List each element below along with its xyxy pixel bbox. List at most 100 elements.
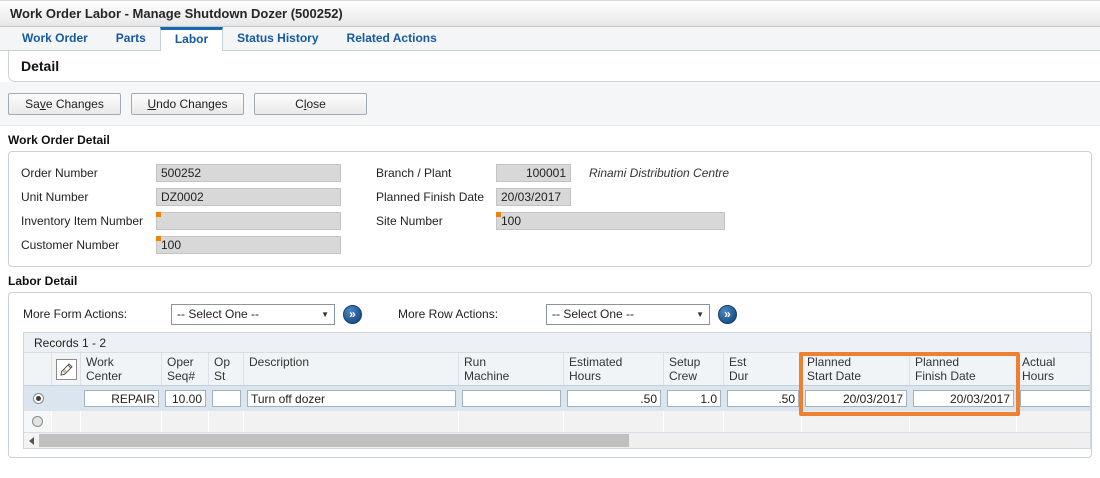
scrollbar-thumb[interactable] (39, 434, 629, 447)
form-actions-go-button[interactable]: » (343, 305, 362, 324)
column-header-label: St (214, 369, 238, 383)
column-header-label: Dur (729, 369, 796, 383)
work-center-input[interactable] (84, 390, 159, 407)
work-order-detail-left-column: Order Number 500252 Unit Number DZ0002 I… (21, 161, 356, 257)
close-button[interactable]: Close (254, 93, 367, 115)
planned-finish-date-field: 20/03/2017 (496, 188, 571, 206)
field-row: Inventory Item Number (21, 209, 356, 233)
grid-header-row: WorkCenterOperSeq#OpStDescriptionRunMach… (24, 353, 1091, 386)
description-input[interactable] (247, 390, 456, 407)
work-order-detail-panel: Order Number 500252 Unit Number DZ0002 I… (8, 151, 1092, 267)
grid-cell-actual-hours-empty (1017, 411, 1091, 432)
planned-finish-date-input[interactable] (913, 390, 1014, 407)
save-changes-button[interactable]: Save Changes (8, 93, 121, 115)
edit-pencil-icon (60, 363, 73, 376)
column-header-planned-start-date: PlannedStart Date (802, 353, 910, 385)
column-header-label: Crew (669, 369, 718, 383)
op-st-input[interactable] (212, 390, 241, 407)
column-header-label: Hours (569, 369, 658, 383)
more-form-actions-select[interactable]: -- Select One -- ▼ (171, 304, 335, 325)
order-number-label: Order Number (21, 166, 156, 180)
unit-number-field: DZ0002 (156, 188, 341, 206)
column-header-label: Planned (915, 355, 1011, 369)
undo-changes-button[interactable]: Undo Changes (131, 93, 244, 115)
column-header-label: Estimated (569, 355, 658, 369)
button-label-part: U (147, 97, 156, 111)
planned-finish-date-label: Planned Finish Date (376, 190, 496, 204)
branch-plant-field: 100001 (496, 164, 571, 182)
work-order-detail-heading: Work Order Detail (8, 133, 1092, 147)
tab-strip: Work Order Parts Labor Status History Re… (0, 27, 1100, 51)
site-number-field: 100 (496, 212, 725, 230)
grid-cell-estimated-hours-empty (564, 411, 664, 432)
table-row (24, 386, 1091, 411)
more-row-actions-selected-value: -- Select One -- (552, 307, 634, 321)
tab-parts[interactable]: Parts (102, 27, 160, 50)
row-select-radio[interactable] (32, 416, 43, 427)
branch-plant-label: Branch / Plant (376, 166, 496, 180)
field-row: Order Number 500252 (21, 161, 356, 185)
scroll-left-button[interactable] (24, 433, 39, 448)
column-header-label: Setup (669, 355, 718, 369)
tab-related-actions[interactable]: Related Actions (333, 27, 451, 50)
select-all-edit-button[interactable] (56, 359, 77, 380)
row-actions-go-button[interactable]: » (718, 305, 737, 324)
detail-header-band: Detail (8, 51, 1100, 82)
page-title: Work Order Labor - Manage Shutdown Dozer… (10, 6, 343, 21)
grid-cell-setup-crew-empty (664, 411, 724, 432)
setup-crew-input[interactable] (667, 390, 721, 407)
column-header-label: Finish Date (915, 369, 1011, 383)
grid-actions-row: More Form Actions: -- Select One -- ▼ » … (23, 302, 1089, 326)
grid-cell-planned-start-date-empty (802, 411, 910, 432)
column-header-label: Description (249, 355, 453, 369)
column-header-label: Machine (464, 369, 558, 383)
grid-cell-estimated-hours (564, 390, 664, 407)
go-icon: » (724, 308, 731, 320)
labor-detail-heading: Labor Detail (8, 274, 1092, 288)
unit-number-label: Unit Number (21, 190, 156, 204)
site-number-value: 100 (501, 214, 521, 228)
detail-heading: Detail (21, 58, 59, 74)
column-header-row-select (24, 353, 52, 385)
customer-number-value: 100 (161, 238, 181, 252)
site-number-label: Site Number (376, 214, 496, 228)
actual-hours-input[interactable] (1020, 390, 1091, 407)
tab-status-history[interactable]: Status History (223, 27, 332, 50)
planned-finish-date-value: 20/03/2017 (501, 190, 561, 204)
labor-detail-panel: More Form Actions: -- Select One -- ▼ » … (8, 292, 1092, 458)
estimated-hours-input[interactable] (567, 390, 661, 407)
field-row: Planned Finish Date 20/03/2017 (376, 185, 729, 209)
button-label-part: e Changes (46, 97, 104, 111)
column-header-label: Op (214, 355, 238, 369)
tab-work-order[interactable]: Work Order (8, 27, 102, 50)
customer-number-label: Customer Number (21, 238, 156, 252)
horizontal-scrollbar[interactable] (24, 433, 1090, 448)
column-header-edit-pencil[interactable] (52, 353, 81, 385)
field-row: Customer Number 100 (21, 233, 356, 257)
column-header-label: Work (86, 355, 156, 369)
scroll-left-icon (29, 437, 34, 445)
more-row-actions-select[interactable]: -- Select One -- ▼ (546, 304, 710, 325)
tab-labor[interactable]: Labor (160, 27, 223, 51)
grid-cell-row-select (24, 393, 52, 404)
button-label-part: C (295, 97, 304, 111)
grid-cell-est-dur (724, 390, 802, 407)
column-header-label: Start Date (807, 369, 904, 383)
run-machine-input[interactable] (462, 390, 561, 407)
row-select-radio[interactable] (33, 393, 44, 404)
more-form-actions-selected-value: -- Select One -- (177, 307, 259, 321)
go-icon: » (349, 308, 356, 320)
inventory-item-number-label: Inventory Item Number (21, 214, 156, 228)
grid-cell-op-st-empty (209, 411, 244, 432)
est-dur-input[interactable] (727, 390, 799, 407)
grid-cell-est-dur-empty (724, 411, 802, 432)
dropdown-caret-icon: ▼ (696, 310, 704, 319)
planned-start-date-input[interactable] (805, 390, 907, 407)
grid-cell-setup-crew (664, 390, 724, 407)
column-header-label: Actual (1022, 355, 1091, 369)
grid-cell-actual-hours (1017, 390, 1091, 407)
oper-seq-input[interactable] (165, 390, 206, 407)
grid-cell-row-select-empty[interactable] (24, 411, 52, 432)
table-row (24, 411, 1091, 433)
grid-cell-work-center-empty (81, 411, 162, 432)
